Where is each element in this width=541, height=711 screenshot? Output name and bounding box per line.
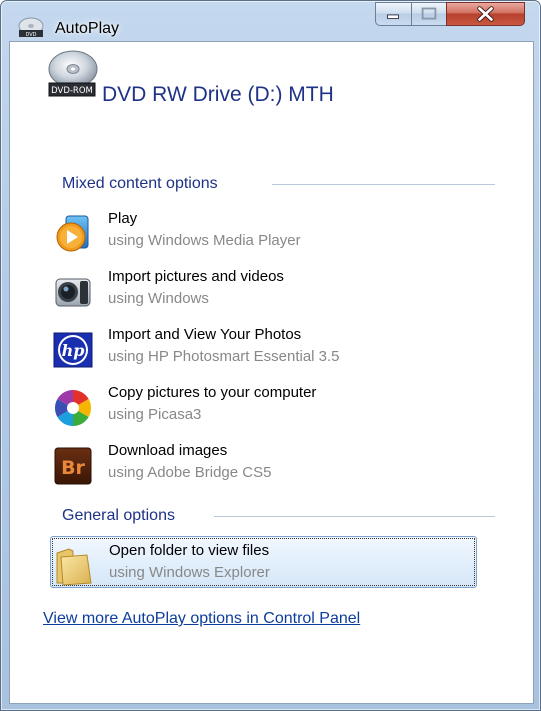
media-player-icon [56, 215, 89, 252]
section-heading-general: General options [62, 507, 175, 524]
option-subtext: using Windows [108, 290, 209, 307]
option-play[interactable]: Play using Windows Media Player [50, 205, 477, 257]
option-download-images[interactable]: Br Download images using Adobe Bridge CS… [50, 437, 477, 489]
picasa-icon [54, 390, 92, 426]
option-import-and-view-your-photos[interactable]: hp Import and View Your Photos using HP … [50, 321, 477, 373]
option-subtext: using HP Photosmart Essential 3.5 [108, 348, 340, 365]
option-import-pictures-and-videos[interactable]: Import pictures and videos using Windows [50, 263, 477, 315]
section-divider [272, 184, 495, 185]
option-copy-pictures-to-your-computer[interactable]: Copy pictures to your computer using Pic… [50, 379, 477, 431]
option-subtext: using Picasa3 [108, 406, 202, 423]
dvd-rom-badge-text: DVD-ROM [51, 86, 93, 96]
option-label: Download images [108, 442, 228, 459]
section-divider [214, 516, 495, 517]
option-open-folder-to-view-files[interactable]: Open folder to view files using Windows … [50, 536, 477, 588]
window-title: AutoPlay [55, 20, 120, 37]
option-label: Copy pictures to your computer [108, 384, 317, 401]
option-subtext: using Windows Media Player [108, 232, 301, 249]
title-bar[interactable]: DVD AutoPlay [1, 1, 540, 41]
autoplay-app-icon: DVD [18, 17, 44, 38]
option-label: Play [108, 210, 138, 227]
maximize-icon [421, 7, 437, 20]
close-icon [477, 6, 494, 22]
dvd-rom-disc-icon: DVD-ROM [48, 50, 98, 97]
control-panel-link[interactable]: View more AutoPlay options in Control Pa… [43, 610, 360, 628]
hp-logo-icon: hp [53, 332, 93, 368]
svg-text:DVD: DVD [25, 32, 36, 38]
maximize-button[interactable] [411, 2, 447, 26]
option-label: Import pictures and videos [108, 268, 284, 285]
hp-logo-text: hp [62, 341, 85, 360]
close-button[interactable] [446, 2, 525, 26]
adobe-bridge-icon: Br [54, 447, 92, 485]
minimize-icon [387, 14, 399, 20]
option-label: Import and View Your Photos [108, 326, 302, 343]
option-subtext: using Adobe Bridge CS5 [108, 464, 272, 481]
option-label: Open folder to view files [109, 542, 270, 559]
section-heading-mixed-content: Mixed content options [62, 175, 218, 192]
drive-title: DVD RW Drive (D:) MTH [102, 83, 334, 106]
minimize-button[interactable] [375, 2, 412, 26]
option-subtext: using Windows Explorer [109, 564, 270, 581]
folder-icon [56, 548, 92, 586]
adobe-bridge-text: Br [61, 457, 85, 479]
camera-icon [55, 278, 91, 307]
